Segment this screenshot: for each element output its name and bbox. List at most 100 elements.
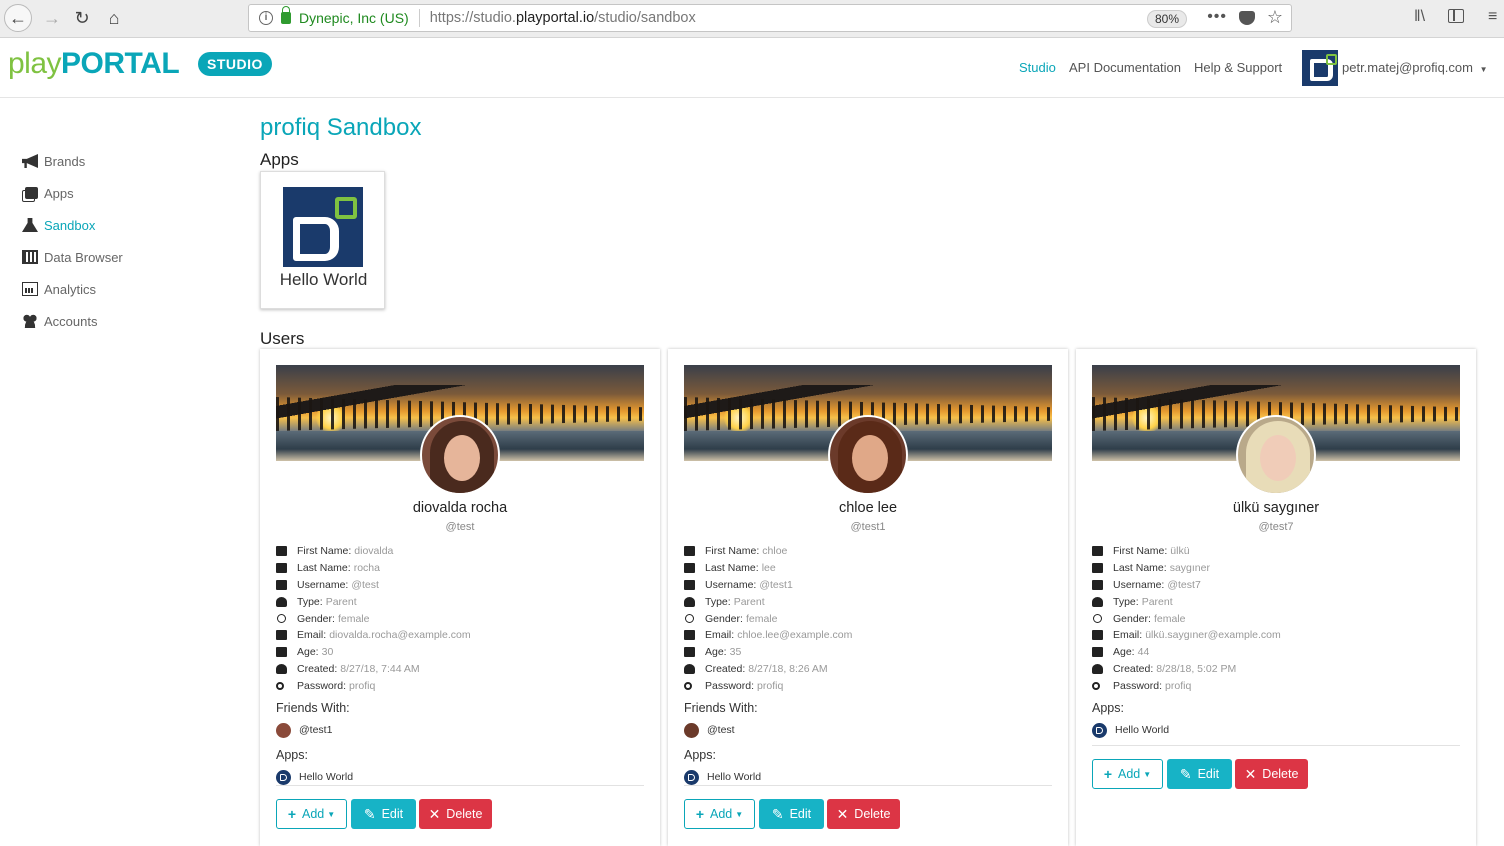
add-button[interactable]: + Add ▼ (684, 799, 755, 829)
user-icon (684, 596, 695, 607)
user-name: ülkü saygıner (1232, 500, 1320, 516)
app-name: Hello World (279, 270, 368, 289)
more-icon[interactable]: ••• (1207, 8, 1227, 26)
user-name: diovalda rocha (412, 500, 508, 516)
close-icon: ✕ (428, 805, 441, 822)
key-icon (1092, 681, 1100, 690)
app-logo-icon (283, 187, 363, 267)
users-icon (22, 314, 38, 328)
app-logo-icon (684, 769, 699, 785)
friend-item[interactable]: @test (684, 719, 1054, 741)
chart-icon (22, 282, 38, 296)
reload-icon[interactable]: ↻ (68, 5, 96, 31)
sidebar-icon[interactable] (1448, 9, 1464, 23)
home-icon[interactable]: ⌂ (100, 5, 128, 31)
user-icon (276, 596, 287, 607)
flask-icon (22, 218, 38, 232)
gender-icon (277, 614, 286, 624)
zoom-indicator[interactable]: 80% (1146, 10, 1187, 28)
avatar[interactable] (1302, 50, 1338, 86)
app-item[interactable]: Hello World (1092, 719, 1462, 741)
friend-item[interactable]: @test1 (276, 719, 646, 741)
user-handle: @test7 (1258, 521, 1294, 533)
add-button[interactable]: + Add ▼ (276, 799, 347, 829)
logo[interactable]: playPORTAL (8, 47, 180, 81)
key-icon (276, 681, 284, 690)
delete-button[interactable]: ✕ Delete (419, 799, 492, 829)
key-icon (684, 681, 692, 690)
user-name: chloe lee (838, 500, 898, 516)
user-icon (1092, 596, 1103, 607)
divider (276, 785, 644, 786)
calendar-icon (684, 647, 695, 658)
menu-icon[interactable]: ≡ (1488, 8, 1497, 26)
user-plus-icon (1092, 663, 1103, 674)
delete-button[interactable]: ✕ Delete (1235, 759, 1308, 789)
envelope-icon (1092, 630, 1103, 641)
sidebar-item-analytics[interactable]: Analytics (22, 279, 96, 299)
envelope-icon (684, 630, 695, 641)
user-plus-icon (276, 663, 287, 674)
user-plus-icon (684, 663, 695, 674)
user-card: diovalda rocha @test First Name: diovalda… (260, 349, 660, 846)
app-logo-icon (1092, 722, 1107, 738)
site-identity[interactable]: Dynepic, Inc (US) (299, 10, 409, 26)
divider (684, 785, 1052, 786)
gender-icon (1093, 614, 1102, 624)
id-badge-icon (1092, 563, 1103, 574)
apps-heading: Apps: (1092, 701, 1124, 716)
app-card[interactable]: Hello World (260, 171, 385, 309)
lock-icon (281, 6, 291, 24)
nav-api-documentation[interactable]: API Documentation (1069, 60, 1181, 75)
user-handle: @test1 (850, 521, 886, 533)
apps-heading: Apps (260, 150, 299, 169)
user-card: ülkü saygıner @test7 First Name: ülkü Las… (1076, 349, 1476, 846)
apps-heading: Apps: (276, 748, 308, 763)
caret-down-icon: ▼ (327, 809, 336, 819)
delete-button[interactable]: ✕ Delete (827, 799, 900, 829)
id-badge-icon (1092, 546, 1103, 557)
edit-button[interactable]: ✎ Edit (1167, 759, 1232, 789)
id-badge-icon (276, 563, 287, 574)
divider (1092, 745, 1460, 746)
plus-icon: + (1103, 766, 1112, 782)
pocket-icon[interactable] (1239, 11, 1255, 25)
database-icon (22, 250, 38, 264)
edit-button[interactable]: ✎ Edit (759, 799, 824, 829)
sidebar-item-data-browser[interactable]: Data Browser (22, 247, 123, 267)
edit-icon: ✎ (363, 805, 376, 822)
nav-studio[interactable]: Studio (1019, 60, 1056, 75)
edit-icon: ✎ (1179, 765, 1192, 782)
sidebar-item-sandbox[interactable]: Sandbox (22, 215, 95, 235)
back-arrow-icon[interactable]: ← (4, 4, 32, 32)
browser-toolbar: ← → ↻ ⌂ i Dynepic, Inc (US) https://stud… (0, 0, 1504, 38)
divider (418, 9, 420, 27)
sidebar-item-brands[interactable]: Brands (22, 151, 85, 171)
library-icon[interactable]: ‖\ (1414, 8, 1425, 26)
calendar-icon (1092, 647, 1103, 658)
bullhorn-icon (22, 154, 38, 168)
address-bar[interactable]: i Dynepic, Inc (US) https://studio.playp… (248, 4, 1292, 32)
studio-badge: STUDIO (198, 52, 272, 76)
info-icon[interactable]: i (259, 11, 273, 25)
id-card-icon (276, 579, 287, 590)
apps-heading: Apps: (684, 748, 716, 763)
user-info-list: First Name: chloe Last Name: lee Username:… (684, 543, 1054, 788)
plus-icon: + (695, 806, 704, 822)
user-info-list: First Name: ülkü Last Name: saygıner Usern… (1092, 543, 1462, 741)
star-icon[interactable]: ☆ (1267, 7, 1283, 28)
sidebar-item-accounts[interactable]: Accounts (22, 311, 97, 331)
close-icon: ✕ (1244, 765, 1257, 782)
user-card: chloe lee @test1 First Name: chloe Last N… (668, 349, 1068, 846)
edit-button[interactable]: ✎ Edit (351, 799, 416, 829)
user-handle: @test (445, 521, 475, 533)
edit-icon: ✎ (771, 805, 784, 822)
nav-help-support[interactable]: Help & Support (1194, 60, 1282, 75)
add-button[interactable]: + Add ▼ (1092, 759, 1163, 789)
id-badge-icon (684, 563, 695, 574)
sidebar-item-apps[interactable]: Apps (22, 183, 74, 203)
caret-down-icon: ▼ (1143, 769, 1152, 779)
forward-arrow-icon[interactable]: → (38, 5, 66, 31)
user-menu[interactable]: petr.matej@profiq.com ▼ (1342, 60, 1488, 75)
url-text[interactable]: https://studio.playportal.io/studio/sand… (430, 10, 696, 26)
